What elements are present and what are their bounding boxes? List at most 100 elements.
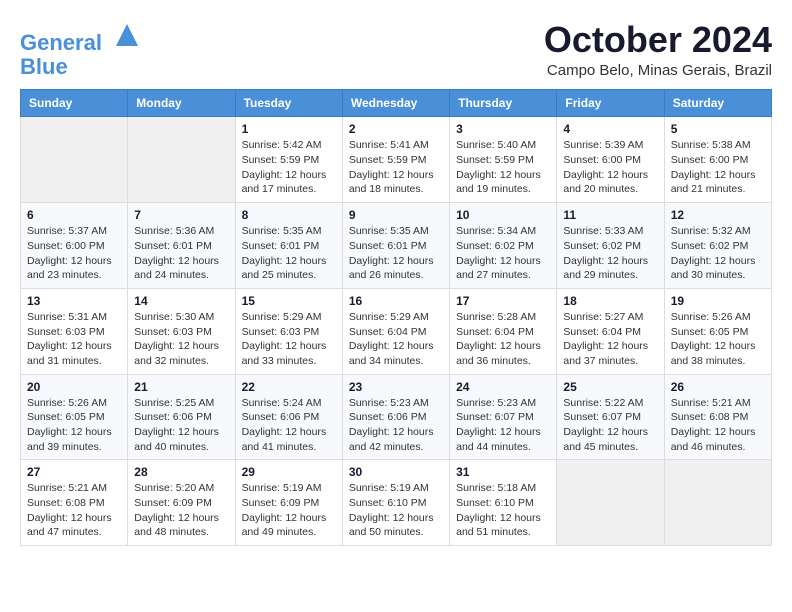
day-info: Sunrise: 5:37 AMSunset: 6:00 PMDaylight:… (27, 224, 121, 283)
day-number: 12 (671, 208, 765, 222)
day-info: Sunrise: 5:23 AMSunset: 6:06 PMDaylight:… (349, 396, 443, 455)
calendar-week-row: 6 Sunrise: 5:37 AMSunset: 6:00 PMDaylight… (21, 203, 772, 289)
day-number: 19 (671, 294, 765, 308)
calendar-week-row: 27Sunrise: 5:21 AMSunset: 6:08 PMDayligh… (21, 460, 772, 546)
day-info: Sunrise: 5:22 AMSunset: 6:07 PMDaylight:… (563, 396, 657, 455)
day-info: Sunrise: 5:35 AMSunset: 6:01 PMDaylight:… (349, 224, 443, 283)
day-number: 1 (242, 122, 336, 136)
day-number: 24 (456, 380, 550, 394)
logo-icon (112, 20, 142, 50)
calendar-cell: 21 Sunrise: 5:25 AMSunset: 6:06 PMDayligh… (128, 374, 235, 460)
calendar-cell (128, 117, 235, 203)
logo-text: General (20, 20, 142, 55)
day-info: Sunrise: 5:25 AMSunset: 6:06 PMDaylight:… (134, 396, 228, 455)
day-info: Sunrise: 5:26 AMSunset: 6:05 PMDaylight:… (27, 396, 121, 455)
calendar-cell: 23Sunrise: 5:23 AMSunset: 6:06 PMDayligh… (342, 374, 449, 460)
day-info: Sunrise: 5:23 AMSunset: 6:07 PMDaylight:… (456, 396, 550, 455)
calendar-cell: 14Sunrise: 5:30 AMSunset: 6:03 PMDayligh… (128, 288, 235, 374)
calendar-cell: 26 Sunrise: 5:21 AMSunset: 6:08 PMDayligh… (664, 374, 771, 460)
weekday-header-tuesday: Tuesday (235, 90, 342, 117)
calendar-cell: 11Sunrise: 5:33 AMSunset: 6:02 PMDayligh… (557, 203, 664, 289)
calendar-cell: 29 Sunrise: 5:19 AMSunset: 6:09 PMDayligh… (235, 460, 342, 546)
day-info: Sunrise: 5:19 AMSunset: 6:10 PMDaylight:… (349, 481, 443, 540)
day-number: 29 (242, 465, 336, 479)
calendar-cell: 27Sunrise: 5:21 AMSunset: 6:08 PMDayligh… (21, 460, 128, 546)
day-number: 4 (563, 122, 657, 136)
location: Campo Belo, Minas Gerais, Brazil (544, 62, 772, 79)
calendar-table: SundayMondayTuesdayWednesdayThursdayFrid… (20, 89, 772, 546)
day-info: Sunrise: 5:29 AMSunset: 6:03 PMDaylight:… (242, 310, 336, 369)
day-number: 16 (349, 294, 443, 308)
logo: General Blue (20, 20, 142, 79)
month-title: October 2024 (544, 20, 772, 60)
calendar-cell: 31 Sunrise: 5:18 AMSunset: 6:10 PMDayligh… (450, 460, 557, 546)
day-number: 30 (349, 465, 443, 479)
day-info: Sunrise: 5:19 AMSunset: 6:09 PMDaylight:… (242, 481, 336, 540)
calendar-cell: 25 Sunrise: 5:22 AMSunset: 6:07 PMDayligh… (557, 374, 664, 460)
day-number: 11 (563, 208, 657, 222)
day-info: Sunrise: 5:21 AMSunset: 6:08 PMDaylight:… (27, 481, 121, 540)
calendar-cell: 18Sunrise: 5:27 AMSunset: 6:04 PMDayligh… (557, 288, 664, 374)
calendar-cell: 17 Sunrise: 5:28 AMSunset: 6:04 PMDayligh… (450, 288, 557, 374)
calendar-cell: 6 Sunrise: 5:37 AMSunset: 6:00 PMDaylight… (21, 203, 128, 289)
day-number: 14 (134, 294, 228, 308)
calendar-cell: 20 Sunrise: 5:26 AMSunset: 6:05 PMDayligh… (21, 374, 128, 460)
calendar-cell: 10 Sunrise: 5:34 AMSunset: 6:02 PMDayligh… (450, 203, 557, 289)
day-info: Sunrise: 5:39 AMSunset: 6:00 PMDaylight:… (563, 138, 657, 197)
day-number: 15 (242, 294, 336, 308)
weekday-header-monday: Monday (128, 90, 235, 117)
calendar-cell: 1 Sunrise: 5:42 AMSunset: 5:59 PMDaylight… (235, 117, 342, 203)
title-area: October 2024 Campo Belo, Minas Gerais, B… (544, 20, 772, 79)
day-number: 17 (456, 294, 550, 308)
day-info: Sunrise: 5:41 AMSunset: 5:59 PMDaylight:… (349, 138, 443, 197)
day-info: Sunrise: 5:18 AMSunset: 6:10 PMDaylight:… (456, 481, 550, 540)
calendar-week-row: 1 Sunrise: 5:42 AMSunset: 5:59 PMDaylight… (21, 117, 772, 203)
calendar-week-row: 20 Sunrise: 5:26 AMSunset: 6:05 PMDayligh… (21, 374, 772, 460)
calendar-cell (21, 117, 128, 203)
calendar-cell: 4 Sunrise: 5:39 AMSunset: 6:00 PMDaylight… (557, 117, 664, 203)
calendar-cell (664, 460, 771, 546)
day-info: Sunrise: 5:34 AMSunset: 6:02 PMDaylight:… (456, 224, 550, 283)
day-number: 9 (349, 208, 443, 222)
day-number: 10 (456, 208, 550, 222)
day-number: 31 (456, 465, 550, 479)
day-number: 8 (242, 208, 336, 222)
day-number: 2 (349, 122, 443, 136)
day-number: 28 (134, 465, 228, 479)
day-info: Sunrise: 5:26 AMSunset: 6:05 PMDaylight:… (671, 310, 765, 369)
weekday-header-row: SundayMondayTuesdayWednesdayThursdayFrid… (21, 90, 772, 117)
day-info: Sunrise: 5:42 AMSunset: 5:59 PMDaylight:… (242, 138, 336, 197)
weekday-header-sunday: Sunday (21, 90, 128, 117)
day-info: Sunrise: 5:24 AMSunset: 6:06 PMDaylight:… (242, 396, 336, 455)
day-number: 3 (456, 122, 550, 136)
calendar-cell: 19 Sunrise: 5:26 AMSunset: 6:05 PMDayligh… (664, 288, 771, 374)
day-number: 25 (563, 380, 657, 394)
day-number: 26 (671, 380, 765, 394)
weekday-header-friday: Friday (557, 90, 664, 117)
calendar-cell: 7Sunrise: 5:36 AMSunset: 6:01 PMDaylight… (128, 203, 235, 289)
day-info: Sunrise: 5:28 AMSunset: 6:04 PMDaylight:… (456, 310, 550, 369)
day-number: 18 (563, 294, 657, 308)
day-number: 7 (134, 208, 228, 222)
calendar-cell: 15 Sunrise: 5:29 AMSunset: 6:03 PMDayligh… (235, 288, 342, 374)
calendar-cell: 8 Sunrise: 5:35 AMSunset: 6:01 PMDaylight… (235, 203, 342, 289)
day-number: 6 (27, 208, 121, 222)
day-info: Sunrise: 5:21 AMSunset: 6:08 PMDaylight:… (671, 396, 765, 455)
calendar-cell: 5Sunrise: 5:38 AMSunset: 6:00 PMDaylight… (664, 117, 771, 203)
day-number: 21 (134, 380, 228, 394)
weekday-header-thursday: Thursday (450, 90, 557, 117)
calendar-cell: 2 Sunrise: 5:41 AMSunset: 5:59 PMDaylight… (342, 117, 449, 203)
calendar-week-row: 13 Sunrise: 5:31 AMSunset: 6:03 PMDayligh… (21, 288, 772, 374)
day-info: Sunrise: 5:35 AMSunset: 6:01 PMDaylight:… (242, 224, 336, 283)
logo-general: General (20, 30, 102, 55)
day-info: Sunrise: 5:31 AMSunset: 6:03 PMDaylight:… (27, 310, 121, 369)
day-number: 22 (242, 380, 336, 394)
calendar-cell: 24 Sunrise: 5:23 AMSunset: 6:07 PMDayligh… (450, 374, 557, 460)
calendar-cell: 9 Sunrise: 5:35 AMSunset: 6:01 PMDaylight… (342, 203, 449, 289)
calendar-cell: 30 Sunrise: 5:19 AMSunset: 6:10 PMDayligh… (342, 460, 449, 546)
day-number: 13 (27, 294, 121, 308)
day-number: 20 (27, 380, 121, 394)
weekday-header-wednesday: Wednesday (342, 90, 449, 117)
day-info: Sunrise: 5:38 AMSunset: 6:00 PMDaylight:… (671, 138, 765, 197)
logo-blue: Blue (20, 55, 142, 79)
